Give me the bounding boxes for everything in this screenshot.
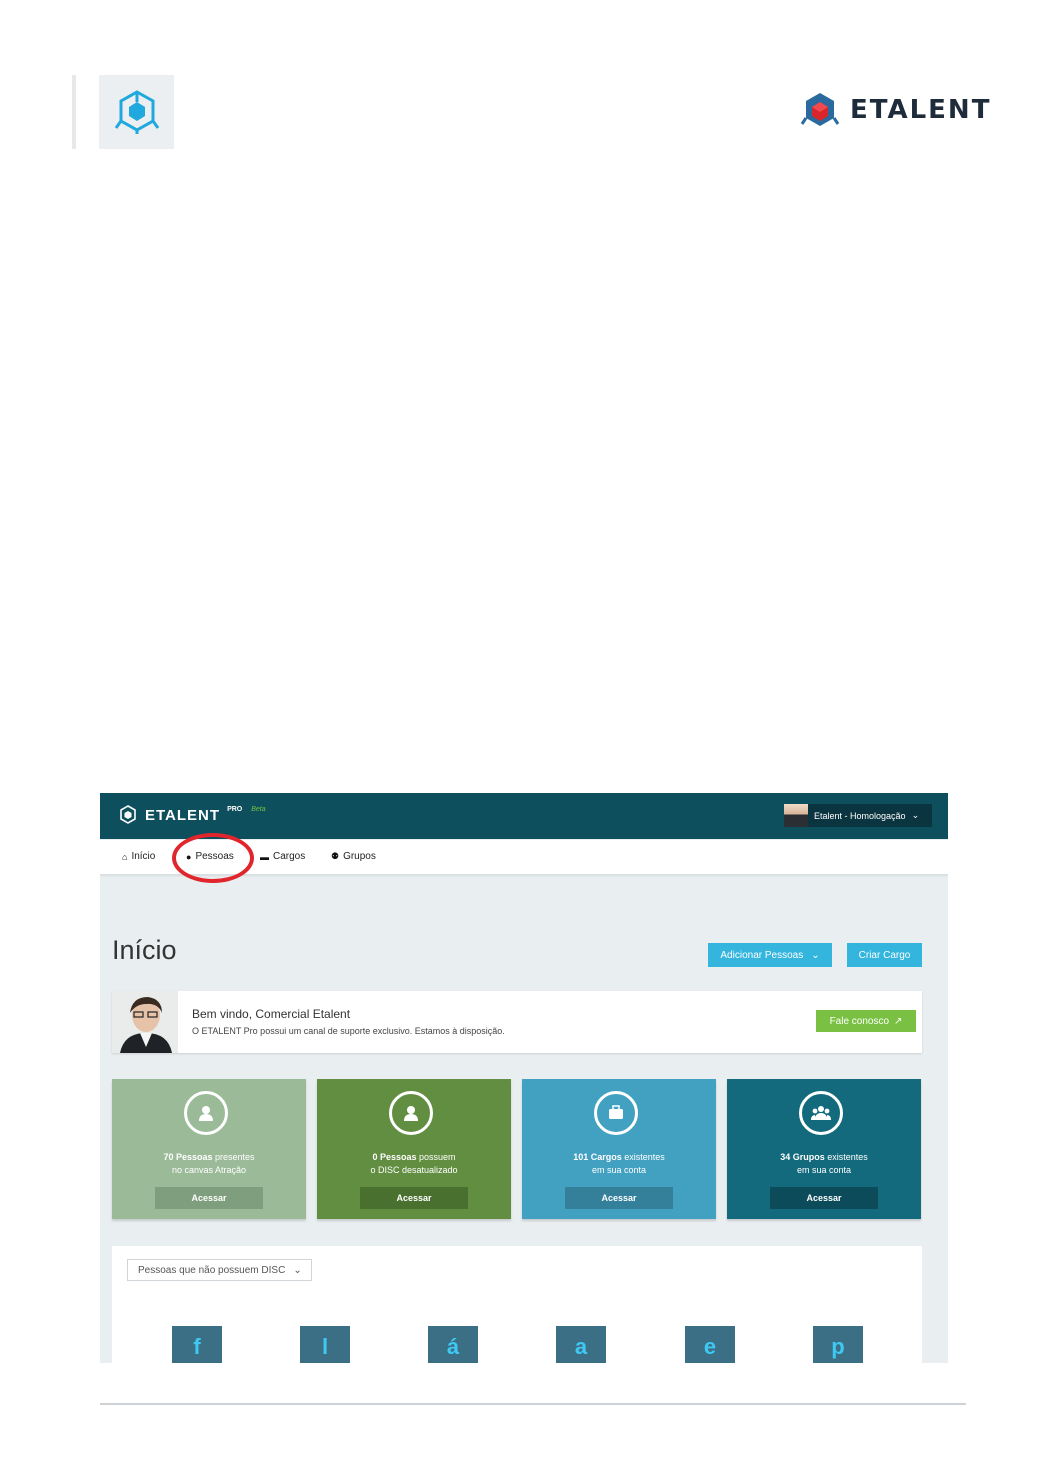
brand-wordmark: ETALENT xyxy=(850,95,992,125)
nav-item-label: Grupos xyxy=(343,851,376,862)
filter-select-value: Pessoas que não possuem DISC xyxy=(138,1264,286,1276)
add-people-button[interactable]: Adicionar Pessoas ⌄ xyxy=(708,943,832,967)
cube-icon xyxy=(114,90,159,134)
nav-item-grupos[interactable]: ⚉ Grupos xyxy=(331,851,376,862)
card-count: 0 Pessoas xyxy=(372,1152,417,1162)
card-text: presentes xyxy=(212,1152,255,1162)
home-icon: ⌂ xyxy=(122,851,128,862)
card-text-line2: em sua conta xyxy=(796,1165,852,1175)
welcome-panel: Bem vindo, Comercial Etalent O ETALENT P… xyxy=(112,991,922,1053)
brand-logo: ETALENT xyxy=(800,88,991,132)
card-text-line2: o DISC desatualizado xyxy=(370,1165,458,1175)
add-people-label: Adicionar Pessoas xyxy=(720,949,804,961)
welcome-subtitle: O ETALENT Pro possui um canal de suporte… xyxy=(192,1026,505,1036)
card-cargos: 101 Cargos existentes em sua conta Acess… xyxy=(522,1079,716,1219)
app-logo-pro: PRO xyxy=(227,805,243,813)
card-icon-circle xyxy=(389,1091,433,1135)
card-icon-circle xyxy=(184,1091,228,1135)
chevron-down-icon: ⌄ xyxy=(811,949,820,961)
card-text-line1: 0 Pessoas possuem xyxy=(317,1152,511,1162)
card-pessoas-canvas: 70 Pessoas presentes no canvas Atração A… xyxy=(112,1079,306,1219)
chevron-down-icon: ⌄ xyxy=(293,1264,302,1276)
footer-divider xyxy=(100,1403,966,1405)
people-list-panel: Pessoas que não possuem DISC ⌄ f l á a e… xyxy=(112,1246,922,1363)
app-topbar: ETALENT PRO Beta Etalent - Homologação ⌄ xyxy=(100,793,948,839)
card-access-button[interactable]: Acessar xyxy=(565,1187,673,1209)
users-icon xyxy=(811,1106,831,1120)
people-filter-select[interactable]: Pessoas que não possuem DISC ⌄ xyxy=(127,1259,312,1281)
app-logo[interactable]: ETALENT PRO Beta xyxy=(118,805,266,825)
card-count: 34 Grupos xyxy=(780,1152,825,1162)
user-icon xyxy=(404,1106,418,1121)
letter-avatar[interactable]: p xyxy=(813,1326,863,1363)
contact-us-button[interactable]: Fale conosco ↗ xyxy=(816,1010,916,1032)
users-icon: ⚉ xyxy=(331,851,340,861)
letter-avatar[interactable]: e xyxy=(685,1326,735,1363)
app-logo-text: ETALENT xyxy=(145,806,221,824)
card-text-line1: 101 Cargos existentes xyxy=(522,1152,716,1162)
user-menu[interactable]: Etalent - Homologação ⌄ xyxy=(784,804,932,827)
briefcase-icon: ▬ xyxy=(260,851,269,862)
contact-us-label: Fale conosco xyxy=(829,1015,890,1027)
card-icon-circle xyxy=(594,1091,638,1135)
card-text: existentes xyxy=(824,1152,868,1162)
card-text: possuem xyxy=(416,1152,456,1162)
chevron-down-icon: ⌄ xyxy=(911,810,920,820)
card-text-line2: em sua conta xyxy=(591,1165,647,1175)
etalent-cube-icon xyxy=(800,93,840,126)
card-text: existentes xyxy=(621,1152,665,1162)
card-count: 70 Pessoas xyxy=(163,1152,213,1162)
card-text-line1: 70 Pessoas presentes xyxy=(112,1152,306,1162)
nav-item-label: Cargos xyxy=(273,851,306,862)
welcome-photo xyxy=(112,991,178,1053)
create-role-button[interactable]: Criar Cargo xyxy=(847,943,922,967)
app-logo-beta: Beta xyxy=(251,805,266,813)
nav-item-cargos[interactable]: ▬ Cargos xyxy=(260,851,305,862)
highlight-annotation-circle xyxy=(172,833,254,883)
card-text-line2: no canvas Atração xyxy=(171,1165,247,1175)
welcome-title: Bem vindo, Comercial Etalent xyxy=(192,1007,351,1021)
avatar xyxy=(784,804,808,827)
card-grupos: 34 Grupos existentes em sua conta Acessa… xyxy=(727,1079,921,1219)
card-access-button[interactable]: Acessar xyxy=(155,1187,263,1209)
letter-avatar[interactable]: á xyxy=(428,1326,478,1363)
user-menu-label: Etalent - Homologação xyxy=(814,810,906,821)
person-photo-icon xyxy=(112,991,178,1053)
letter-avatar[interactable]: l xyxy=(300,1326,350,1363)
page-title: Início xyxy=(112,935,177,965)
card-icon-circle xyxy=(799,1091,843,1135)
card-access-button[interactable]: Acessar xyxy=(770,1187,878,1209)
card-text-line1: 34 Grupos existentes xyxy=(727,1152,921,1162)
card-count: 101 Cargos xyxy=(573,1152,622,1162)
nav-item-inicio[interactable]: ⌂ Início xyxy=(122,851,155,862)
letter-avatar[interactable]: f xyxy=(172,1326,222,1363)
external-link-icon: ↗ xyxy=(894,1015,903,1027)
app-screenshot: ETALENT PRO Beta Etalent - Homologação ⌄… xyxy=(100,793,948,1363)
app-cube-icon xyxy=(120,805,136,824)
letter-avatar[interactable]: a xyxy=(556,1326,606,1363)
card-access-button[interactable]: Acessar xyxy=(360,1187,468,1209)
briefcase-icon xyxy=(609,1105,623,1119)
card-pessoas-disc: 0 Pessoas possuem o DISC desatualizado A… xyxy=(317,1079,511,1219)
header-cube-logo xyxy=(99,75,174,149)
left-accent-rule xyxy=(72,75,76,149)
user-icon xyxy=(199,1106,213,1121)
nav-item-label: Início xyxy=(131,851,156,862)
